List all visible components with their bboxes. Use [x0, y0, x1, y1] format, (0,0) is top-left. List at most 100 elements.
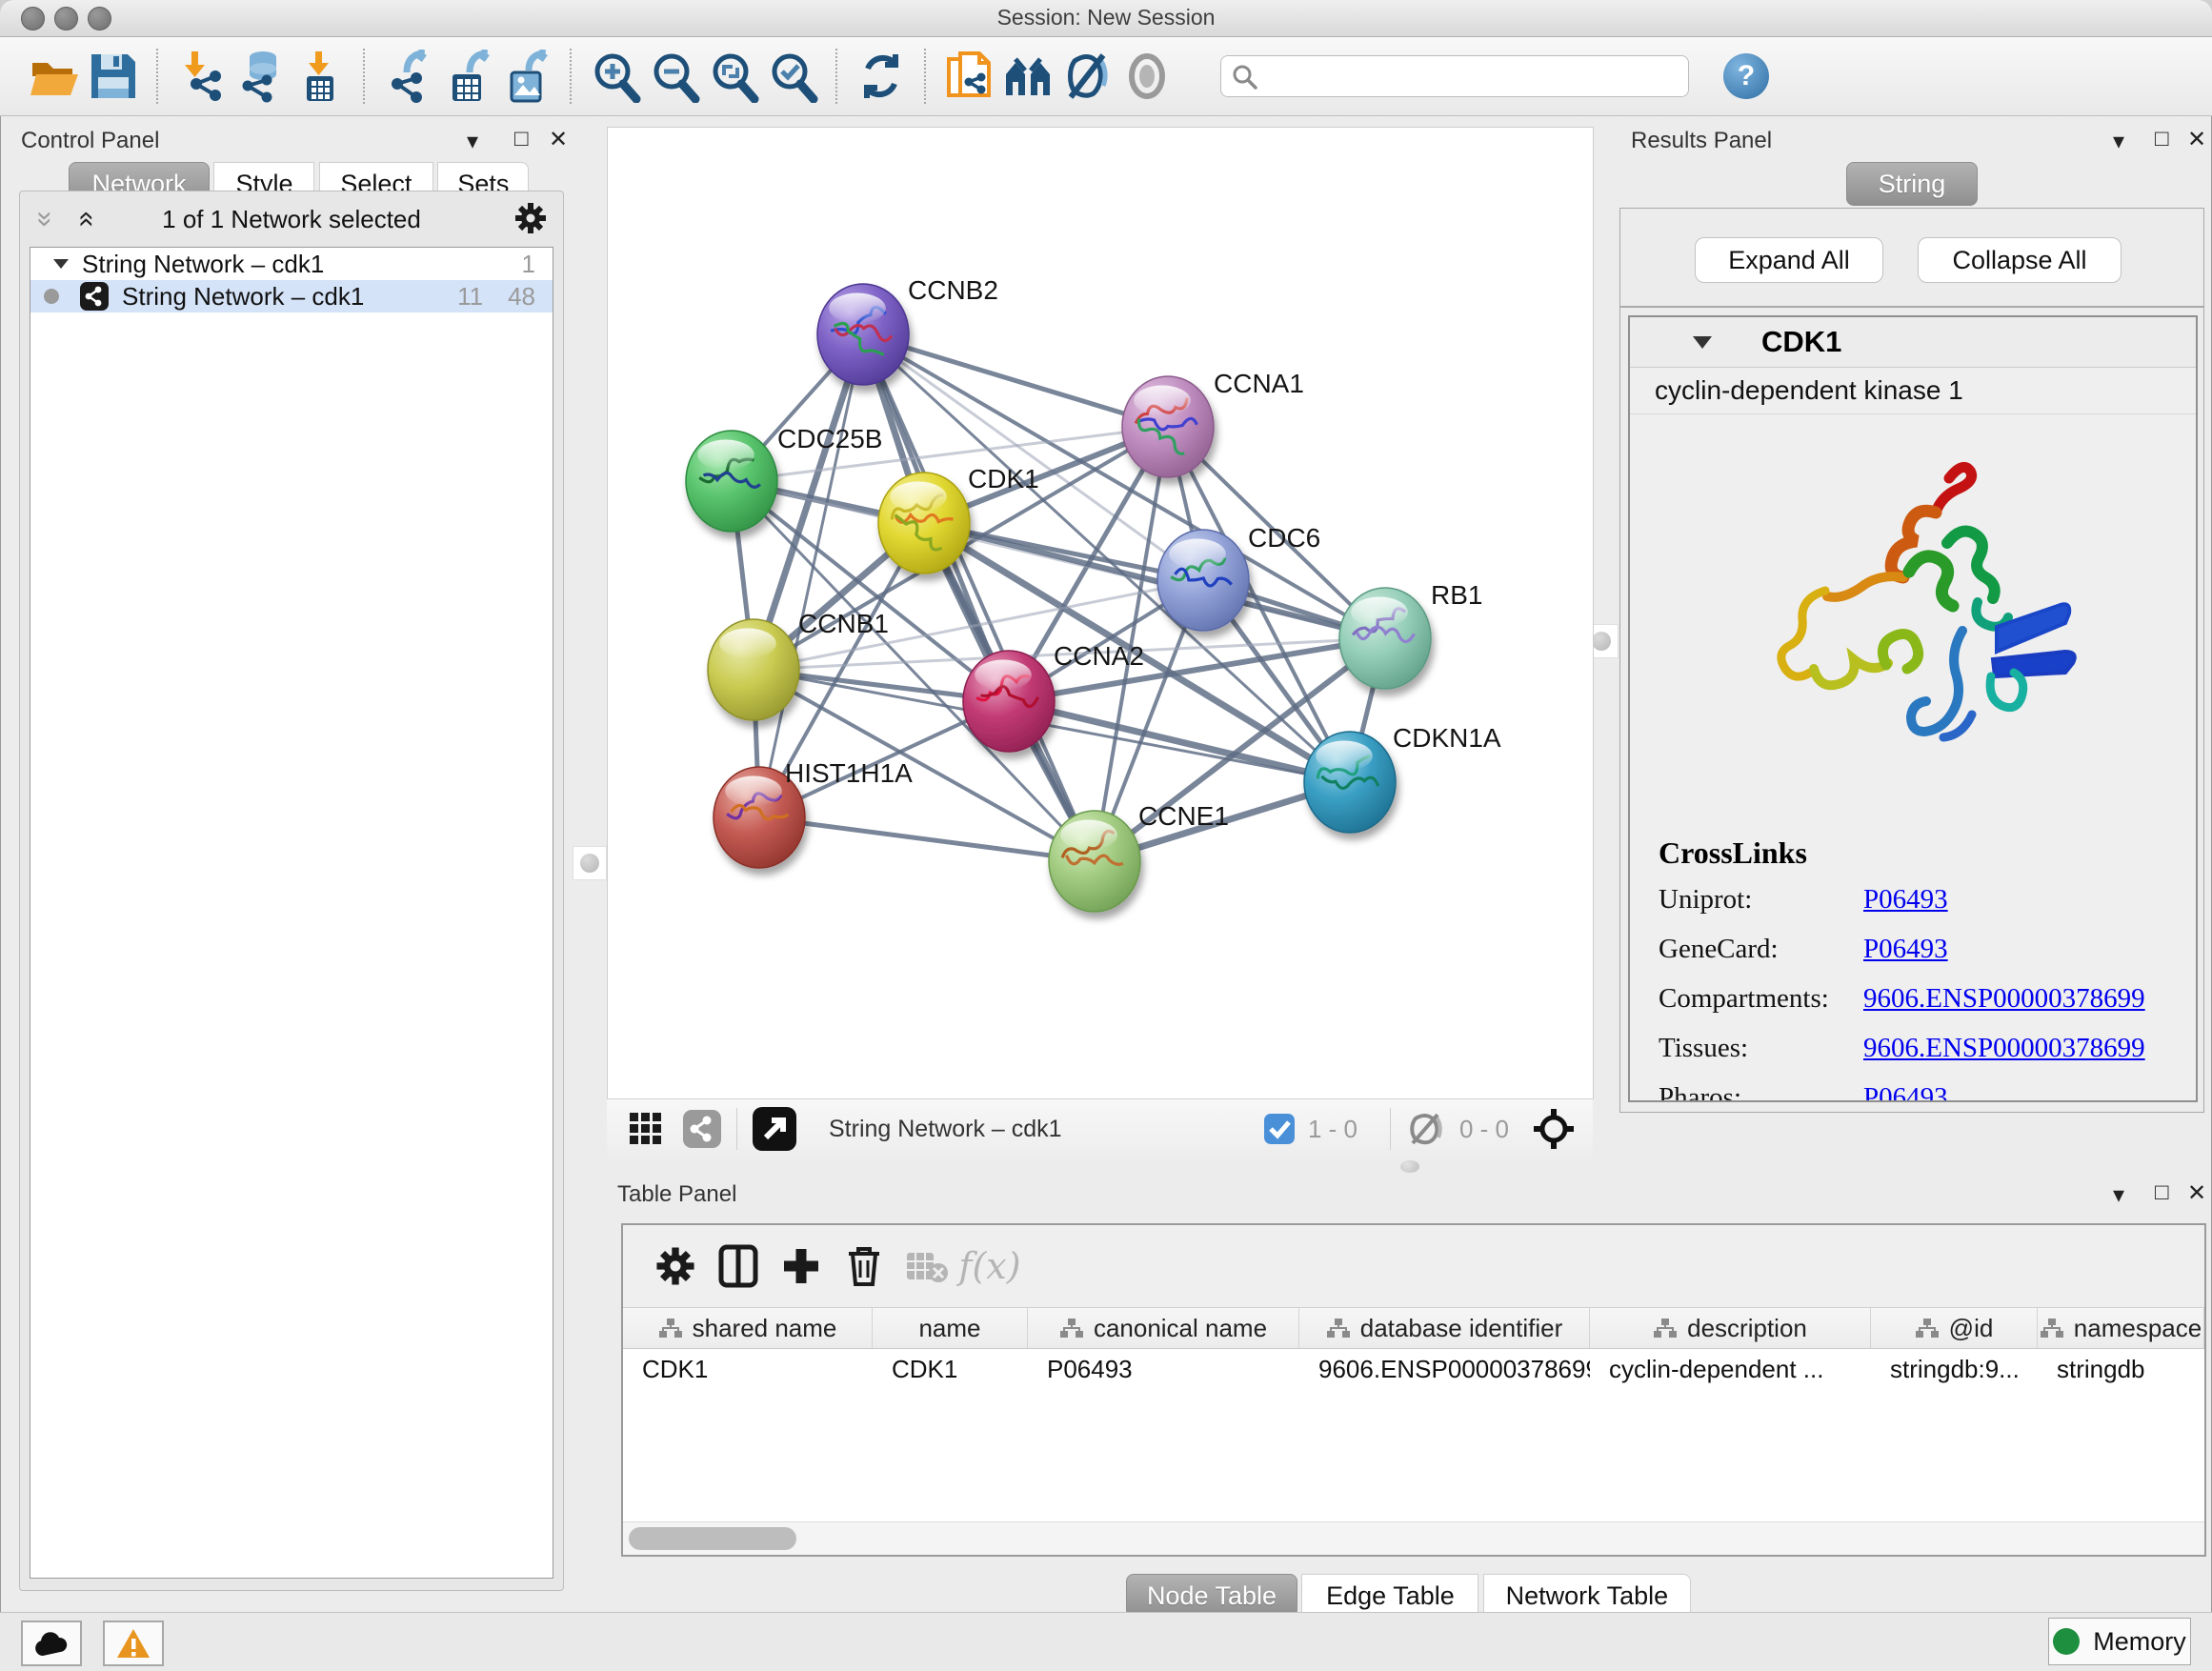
- fit-content-crosshair-icon[interactable]: [1532, 1107, 1576, 1151]
- open-in-new-window-icon[interactable]: [753, 1107, 796, 1151]
- panel-float-icon[interactable]: □: [514, 126, 529, 152]
- network-node-CDK1[interactable]: [878, 473, 970, 574]
- grid-view-icon[interactable]: [628, 1111, 664, 1147]
- network-node-CCNB2[interactable]: [817, 284, 909, 385]
- network-node-RB1[interactable]: [1339, 588, 1431, 689]
- network-node-CCNA1[interactable]: [1122, 376, 1214, 477]
- crosslink-tissues-link[interactable]: 9606.ENSP00000378699: [1863, 1033, 2145, 1064]
- export-network-button[interactable]: [379, 47, 438, 106]
- crosslink-compartments-link[interactable]: 9606.ENSP00000378699: [1863, 983, 2145, 1015]
- save-session-button[interactable]: [84, 47, 143, 106]
- zoom-selected-button[interactable]: [763, 47, 822, 106]
- import-table-button[interactable]: [291, 47, 350, 106]
- hide-selected-button[interactable]: [1058, 47, 1117, 106]
- panel-float-icon[interactable]: □: [2155, 1179, 2169, 1206]
- export-image-button[interactable]: [497, 47, 556, 106]
- left-splitter-handle[interactable]: [573, 846, 607, 880]
- table-cell[interactable]: stringdb: [2038, 1349, 2204, 1389]
- column-header-database-identifier[interactable]: database identifier: [1299, 1308, 1590, 1348]
- network-canvas[interactable]: CCNB2CCNA1CDC25BCDK1CDC6RB1CCNB1CCNA2CDK…: [607, 127, 1594, 1099]
- network-column-icon: [1915, 1318, 1940, 1339]
- network-edge-CCNB2-HIST1H1A[interactable]: [759, 334, 863, 817]
- table-cell[interactable]: CDK1: [873, 1349, 1028, 1389]
- gene-header-row[interactable]: CDK1: [1630, 317, 2196, 368]
- show-columns-button[interactable]: [707, 1238, 770, 1295]
- zoom-in-button[interactable]: [586, 47, 645, 106]
- network-column-icon: [1653, 1318, 1678, 1339]
- scrollbar-thumb[interactable]: [629, 1527, 796, 1550]
- gene-expander-icon[interactable]: [1693, 336, 1712, 349]
- zoom-out-button[interactable]: [645, 47, 704, 106]
- cloud-icon: [33, 1631, 70, 1656]
- clone-network-icon: [943, 50, 996, 103]
- panel-menu-icon[interactable]: ▾: [2113, 128, 2124, 155]
- column-header--id[interactable]: @id: [1871, 1308, 2038, 1348]
- hidden-eye-slash-icon[interactable]: [1406, 1113, 1446, 1145]
- zoom-fit-button[interactable]: [704, 47, 763, 106]
- add-column-button[interactable]: [770, 1238, 833, 1295]
- export-table-button[interactable]: [438, 47, 497, 106]
- hidden-count: 0 - 0: [1459, 1115, 1509, 1144]
- table-row[interactable]: CDK1CDK1P064939606.ENSP00000378699cyclin…: [623, 1349, 2204, 1389]
- column-header-name[interactable]: name: [873, 1308, 1028, 1348]
- network-edge-HIST1H1A-CCNE1[interactable]: [759, 817, 1095, 861]
- table-cell[interactable]: 9606.ENSP00000378699: [1299, 1349, 1590, 1389]
- column-header-namespace[interactable]: namespace: [2038, 1308, 2204, 1348]
- network-birdseye-icon[interactable]: [683, 1110, 721, 1148]
- network-node-CCNB1[interactable]: [708, 619, 799, 720]
- panel-menu-icon[interactable]: ▾: [467, 128, 478, 155]
- table-cell[interactable]: stringdb:9...: [1871, 1349, 2038, 1389]
- panel-close-icon[interactable]: ✕: [2187, 1179, 2206, 1207]
- cloud-status-button[interactable]: [21, 1621, 82, 1666]
- tab-string[interactable]: String: [1846, 162, 1978, 206]
- network-node-CDC6[interactable]: [1157, 530, 1249, 631]
- collapse-all-button[interactable]: Collapse All: [1918, 237, 2122, 283]
- open-session-button[interactable]: [25, 47, 84, 106]
- crosslink-uniprot-link[interactable]: P06493: [1863, 884, 1948, 916]
- network-options-gear-icon[interactable]: [513, 201, 548, 235]
- table-cell[interactable]: CDK1: [623, 1349, 873, 1389]
- memory-button[interactable]: Memory: [2048, 1618, 2191, 1665]
- network-column-icon: [2040, 1318, 2064, 1339]
- column-header-shared-name[interactable]: shared name: [623, 1308, 873, 1348]
- network-node-CCNA2[interactable]: [963, 651, 1055, 752]
- table-settings-button[interactable]: [644, 1238, 707, 1295]
- gene-description: cyclin-dependent kinase 1: [1630, 368, 2196, 414]
- first-neighbors-icon: [1002, 50, 1056, 103]
- clone-network-button[interactable]: [940, 47, 999, 106]
- network-node-CDC25B[interactable]: [686, 431, 777, 532]
- table-horizontal-scrollbar[interactable]: [623, 1521, 2204, 1555]
- horizontal-splitter-handle[interactable]: [1400, 1160, 1419, 1173]
- collection-expander-icon[interactable]: [53, 259, 69, 269]
- import-network-from-database-button[interactable]: [231, 47, 291, 106]
- crosslink-genecard-link[interactable]: P06493: [1863, 934, 1948, 965]
- network-edge-CCNB2-CCNA1[interactable]: [863, 334, 1168, 427]
- network-collection-row[interactable]: String Network – cdk1 1: [30, 248, 553, 280]
- expand-all-button[interactable]: Expand All: [1695, 237, 1883, 283]
- selected-checkbox-icon[interactable]: [1264, 1114, 1295, 1144]
- network-graph[interactable]: CCNB2CCNA1CDC25BCDK1CDC6RB1CCNB1CCNA2CDK…: [608, 128, 1593, 1098]
- memory-label: Memory: [2093, 1627, 2186, 1657]
- network-row[interactable]: String Network – cdk1 11 48: [30, 280, 553, 312]
- database-icon: [234, 50, 288, 103]
- apply-layout-button[interactable]: [852, 47, 911, 106]
- table-cell[interactable]: cyclin-dependent ...: [1590, 1349, 1871, 1389]
- column-header-canonical-name[interactable]: canonical name: [1028, 1308, 1299, 1348]
- search-input[interactable]: [1220, 55, 1689, 97]
- delete-column-button[interactable]: [833, 1238, 895, 1295]
- warnings-button[interactable]: [103, 1621, 164, 1666]
- import-network-from-file-button[interactable]: [172, 47, 231, 106]
- panel-menu-icon[interactable]: ▾: [2113, 1181, 2124, 1209]
- toolbar-separator: [924, 49, 927, 104]
- crosslink-pharos-link[interactable]: P06493: [1863, 1082, 1948, 1102]
- panel-close-icon[interactable]: ✕: [549, 126, 568, 153]
- table-cell[interactable]: P06493: [1028, 1349, 1299, 1389]
- help-button[interactable]: ?: [1723, 53, 1769, 99]
- first-neighbors-button[interactable]: [999, 47, 1058, 106]
- panel-float-icon[interactable]: □: [2155, 126, 2169, 152]
- network-node-CCNE1[interactable]: [1049, 811, 1140, 912]
- show-all-button[interactable]: [1117, 47, 1176, 106]
- panel-close-icon[interactable]: ✕: [2187, 126, 2206, 153]
- column-header-description[interactable]: description: [1590, 1308, 1871, 1348]
- network-node-CDKN1A[interactable]: [1304, 732, 1396, 833]
